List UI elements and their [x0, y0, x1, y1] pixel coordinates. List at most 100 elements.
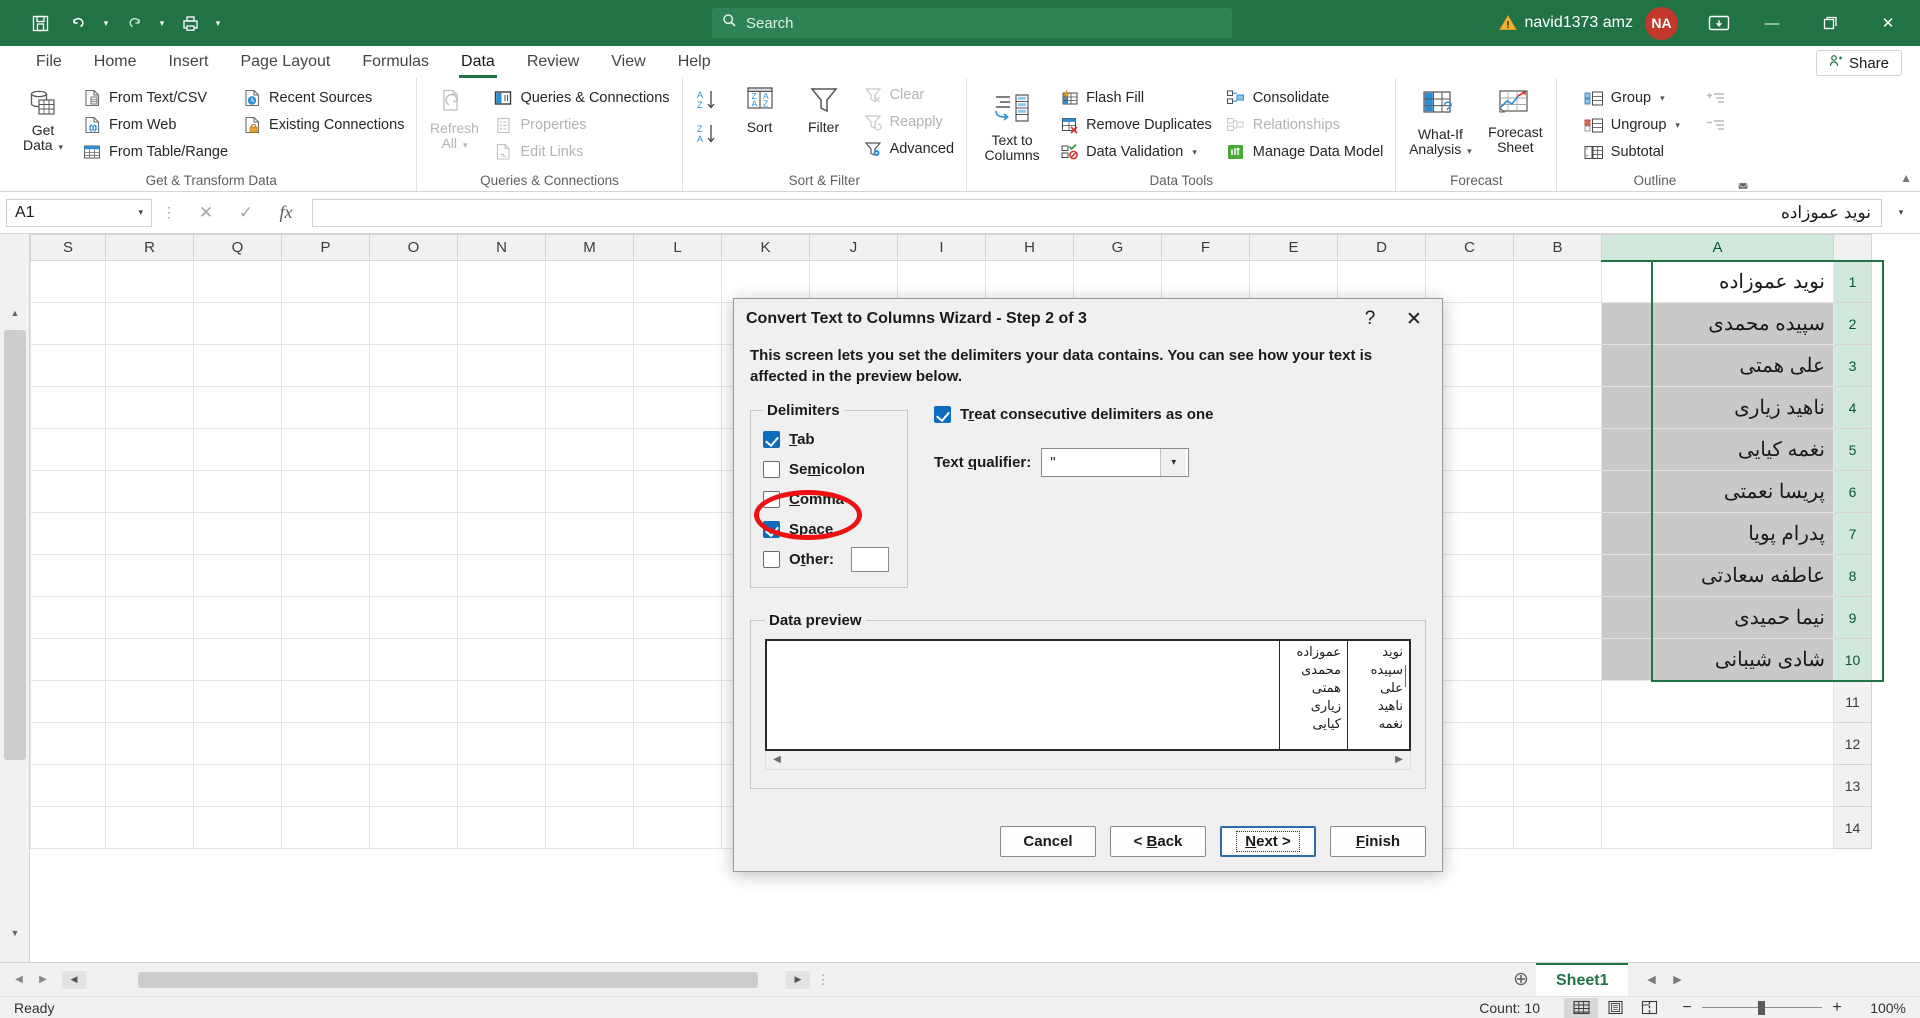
next-button[interactable]: Next > — [1220, 826, 1316, 857]
cell-l10[interactable] — [634, 639, 722, 681]
outline-dialog-launcher-icon[interactable]: ◛ — [1738, 176, 1749, 189]
column-header-a[interactable]: A — [1602, 235, 1834, 261]
from-web-button[interactable]: From Web — [76, 112, 234, 138]
row-header-7[interactable]: 7 — [1834, 513, 1872, 555]
cell-r4[interactable] — [106, 387, 194, 429]
column-header-r[interactable]: R — [106, 235, 194, 261]
delimiter-tab-checkbox[interactable] — [763, 431, 780, 448]
delimiter-other-checkbox[interactable] — [763, 551, 780, 568]
cell-n7[interactable] — [458, 513, 546, 555]
user-name[interactable]: navid1373 amz — [1524, 14, 1633, 32]
tab-review[interactable]: Review — [511, 46, 595, 78]
cell-o10[interactable] — [370, 639, 458, 681]
scroll-up-icon[interactable]: ▲ — [2, 302, 28, 324]
cell-a12[interactable] — [1602, 723, 1834, 765]
cell-n9[interactable] — [458, 597, 546, 639]
cell-n1[interactable] — [458, 261, 546, 303]
cell-p7[interactable] — [282, 513, 370, 555]
cell-o4[interactable] — [370, 387, 458, 429]
column-header-e[interactable]: E — [1250, 235, 1338, 261]
from-text-csv-button[interactable]: From Text/CSV — [76, 85, 234, 111]
column-header-q[interactable]: Q — [194, 235, 282, 261]
cell-l6[interactable] — [634, 471, 722, 513]
data-validation-caret-icon[interactable]: ▾ — [1192, 147, 1197, 158]
cell-q7[interactable] — [194, 513, 282, 555]
advanced-filter-button[interactable]: Advanced — [857, 136, 961, 162]
column-header-n[interactable]: N — [458, 235, 546, 261]
triangle-left-icon[interactable]: ◀ — [1640, 969, 1662, 991]
customize-quick-access-icon[interactable]: ▾ — [210, 6, 226, 40]
preview-horizontal-scrollbar[interactable]: ◀ ▶ — [765, 751, 1411, 770]
tab-formulas[interactable]: Formulas — [346, 46, 445, 78]
cell-p13[interactable] — [282, 765, 370, 807]
plus-icon[interactable]: + — [1830, 999, 1844, 1017]
right-arrow-icon[interactable]: ▶ — [32, 969, 54, 991]
delimiter-space-checkbox[interactable] — [763, 521, 780, 538]
cell-o8[interactable] — [370, 555, 458, 597]
tab-page-layout[interactable]: Page Layout — [224, 46, 346, 78]
cell-p10[interactable] — [282, 639, 370, 681]
get-data-button[interactable]: GetData ▾ — [12, 83, 74, 159]
cell-s5[interactable] — [31, 429, 106, 471]
row-header-9[interactable]: 9 — [1834, 597, 1872, 639]
cell-p8[interactable] — [282, 555, 370, 597]
cell-m2[interactable] — [546, 303, 634, 345]
normal-view-icon[interactable] — [1564, 998, 1598, 1018]
filter-button[interactable]: Filter — [793, 80, 855, 139]
cell-n10[interactable] — [458, 639, 546, 681]
cell-n3[interactable] — [458, 345, 546, 387]
cell-l7[interactable] — [634, 513, 722, 555]
cell-c1[interactable] — [1426, 261, 1514, 303]
cell-l4[interactable] — [634, 387, 722, 429]
hscroll-right-arrow-icon[interactable]: ▶ — [786, 971, 810, 989]
show-detail-button[interactable] — [1700, 85, 1732, 111]
treat-consecutive-checkbox[interactable] — [934, 406, 951, 423]
scroll-down-icon[interactable]: ▼ — [2, 922, 28, 944]
cell-l8[interactable] — [634, 555, 722, 597]
cell-r10[interactable] — [106, 639, 194, 681]
cell-a14[interactable] — [1602, 807, 1834, 849]
cell-a1[interactable]: نوید عموزاده — [1602, 261, 1834, 303]
cell-q12[interactable] — [194, 723, 282, 765]
row-header-13[interactable]: 13 — [1834, 765, 1872, 807]
hscroll-left-arrow-icon[interactable]: ◀ — [62, 971, 86, 989]
column-header-m[interactable]: M — [546, 235, 634, 261]
cell-o11[interactable] — [370, 681, 458, 723]
cell-d1[interactable] — [1338, 261, 1426, 303]
cell-b8[interactable] — [1514, 555, 1602, 597]
cell-q3[interactable] — [194, 345, 282, 387]
row-header-8[interactable]: 8 — [1834, 555, 1872, 597]
cell-a9[interactable]: نیما حمیدی — [1602, 597, 1834, 639]
cell-r3[interactable] — [106, 345, 194, 387]
ribbon-display-options-icon[interactable] — [1696, 3, 1742, 43]
manage-data-model-button[interactable]: Manage Data Model — [1220, 139, 1390, 165]
sort-ascending-button[interactable]: AZ — [689, 84, 727, 116]
redo-icon[interactable] — [116, 6, 152, 40]
cell-m3[interactable] — [546, 345, 634, 387]
cell-p1[interactable] — [282, 261, 370, 303]
cell-l11[interactable] — [634, 681, 722, 723]
triangle-right-icon[interactable]: ▶ — [1388, 754, 1410, 765]
cell-p14[interactable] — [282, 807, 370, 849]
cell-b4[interactable] — [1514, 387, 1602, 429]
cell-g1[interactable] — [1074, 261, 1162, 303]
column-header-l[interactable]: L — [634, 235, 722, 261]
cell-s12[interactable] — [31, 723, 106, 765]
column-header-p[interactable]: P — [282, 235, 370, 261]
column-header-c[interactable]: C — [1426, 235, 1514, 261]
cell-b1[interactable] — [1514, 261, 1602, 303]
close-x-icon[interactable]: ✕ — [1392, 301, 1436, 337]
cell-a6[interactable]: پریسا نعمتی — [1602, 471, 1834, 513]
delimiter-comma-checkbox-row[interactable]: Comma — [763, 485, 895, 515]
cell-p9[interactable] — [282, 597, 370, 639]
column-header-i[interactable]: I — [898, 235, 986, 261]
cell-m8[interactable] — [546, 555, 634, 597]
cell-j1[interactable] — [810, 261, 898, 303]
cell-o9[interactable] — [370, 597, 458, 639]
cell-p3[interactable] — [282, 345, 370, 387]
consolidate-button[interactable]: Consolidate — [1220, 85, 1390, 111]
cell-a4[interactable]: ناهید زیاری — [1602, 387, 1834, 429]
cell-k1[interactable] — [722, 261, 810, 303]
column-header-h[interactable]: H — [986, 235, 1074, 261]
edit-links-button[interactable]: Edit Links — [487, 139, 675, 165]
